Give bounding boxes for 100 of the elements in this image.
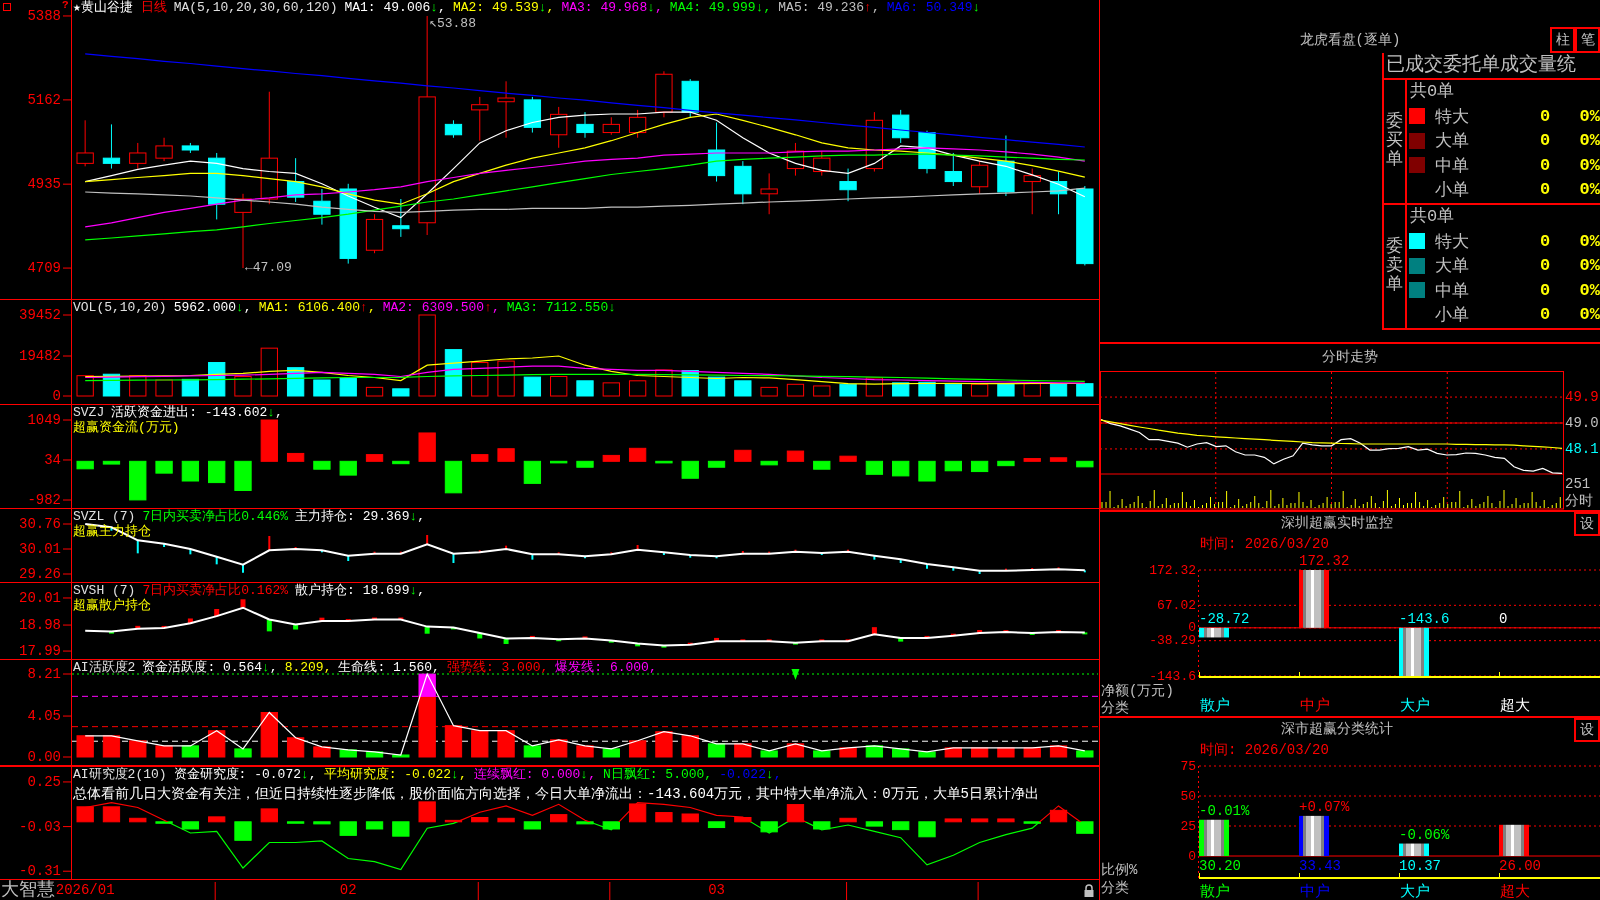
indicator-reading: MA1: 6106.400↑, [258,300,376,315]
order-count: 0 [1538,131,1552,151]
candle [892,109,910,144]
indicator-reading: 散户持仓: 18.699↓, [295,583,426,598]
activity-bar [839,747,857,758]
lock-icon[interactable] [1084,884,1094,897]
research-bar [1023,821,1041,824]
research-bar [655,812,673,823]
research-bar [760,821,778,833]
date-label: 2026/01 [55,882,115,898]
chart-subtitle: 时间: 2026/03/20 [1199,742,1330,758]
research-bar [839,817,857,823]
volume-bar [444,349,463,397]
side-label: 委买单 [1386,113,1403,170]
security-name: ★黄山谷捷 [73,0,133,15]
view-toggle-button[interactable]: 笔 [1575,27,1600,53]
category-label: 中户 [1300,697,1330,715]
volume-bar [76,375,94,397]
axis-tick-label: -0.31 [19,863,61,880]
activity-bar [523,745,542,758]
candle [760,172,778,215]
fund-flow-bar [313,460,331,470]
help-mark[interactable]: ? [62,0,69,11]
axis-title: 分类 [1101,880,1129,896]
bar-value-label: 33.43 [1299,858,1341,874]
change-label: -0.06% [1399,826,1450,843]
fund-flow-bar [681,460,699,479]
axis-title: 分类 [1101,700,1129,716]
fund-flow-bar [970,460,989,473]
volume-bar [918,381,936,397]
research-bar [444,819,463,823]
category-label: 散户 [1200,883,1230,900]
research-bar [1076,821,1094,834]
axis-tick-label: 0 [52,388,61,404]
chart-bar [1199,627,1229,638]
candle [1023,168,1041,215]
candle [970,160,989,195]
fund-flow-bar [208,460,226,484]
order-share: 0% [1578,155,1600,175]
view-toggle-button[interactable]: 柱 [1550,27,1575,53]
research-bar [181,821,200,830]
volume-bar [1076,383,1094,397]
indicator-reading: 7日内买卖净占比0.446% [142,509,289,524]
settings-button[interactable]: 设 [1574,512,1600,536]
fund-flow-bar [813,460,831,470]
research-bar [313,821,331,825]
fund-flow-bar [418,432,436,462]
indicator-reading: 资金研究度: -0.072↓, [173,767,317,782]
indicator-reading: 强势线: 3.000, [446,660,549,675]
panel-title: 深市超赢分类统计 [1280,720,1394,739]
chart-bar [1399,627,1429,676]
order-count: 0 [1538,256,1552,276]
chart-bar [1299,815,1329,856]
research-bar [681,813,699,823]
activity-bar [497,730,515,758]
volume-bar [471,362,489,397]
fund-flow-bar [576,460,594,468]
order-size-label: 小单 [1435,180,1470,202]
activity-bar [76,735,94,758]
volume-bar [786,383,805,397]
order-size-label: 特大 [1435,106,1470,128]
analysis-text: 总体看前几日大资金有关注，但近日持续性逐步降低，股价面临方向选择，今日大单净流出：-143.604万元，其中特大单净流入：0万元，大单5日累计净出 [73,786,1039,802]
volume-bar [892,382,910,397]
order-count: 0 [1538,180,1552,200]
candle [102,123,121,170]
panel-title: 深圳超赢实时监控 [1280,514,1394,533]
fund-flow-bar [550,460,568,464]
volume-bar [760,386,778,397]
fund-flow-bar [444,460,463,494]
chart-bar [1399,843,1429,856]
fund-flow-bar [1049,457,1068,462]
order-size-label: 特大 [1435,231,1470,253]
axis-tick-label: 172.32 [1149,562,1196,578]
activity-bar [181,745,200,758]
volume-bar [129,375,147,397]
candle [497,80,515,139]
activity-bar [129,740,147,758]
category-label: 散户 [1200,697,1230,715]
order-count: 0 [1538,280,1552,300]
activity-bar [392,754,410,758]
order-share: 0% [1578,280,1600,300]
fund-flow-bar [155,460,173,474]
fund-flow-bar [997,460,1015,467]
bar-value-label: 26.00 [1499,858,1541,874]
activity-bar [1076,750,1094,758]
fund-flow-bar [260,419,278,462]
volume-bar [707,376,726,397]
indicator-reading: 资金活跃度: 0.564↓, [142,660,278,675]
fund-flow-bar [1076,460,1094,468]
candle [628,109,647,139]
axis-tick-label: 251 [1565,476,1591,492]
research-bar [576,821,594,825]
table-title: 已成交委托单成交量统 [1384,53,1600,80]
square-icon [3,3,11,11]
change-label: -0.01% [1199,802,1250,819]
research-bar [155,821,173,824]
fund-flow-bar [471,454,489,462]
order-share: 0% [1578,106,1600,126]
settings-button[interactable]: 设 [1574,718,1600,742]
axis-tick-label: 67.02 [1157,597,1196,613]
